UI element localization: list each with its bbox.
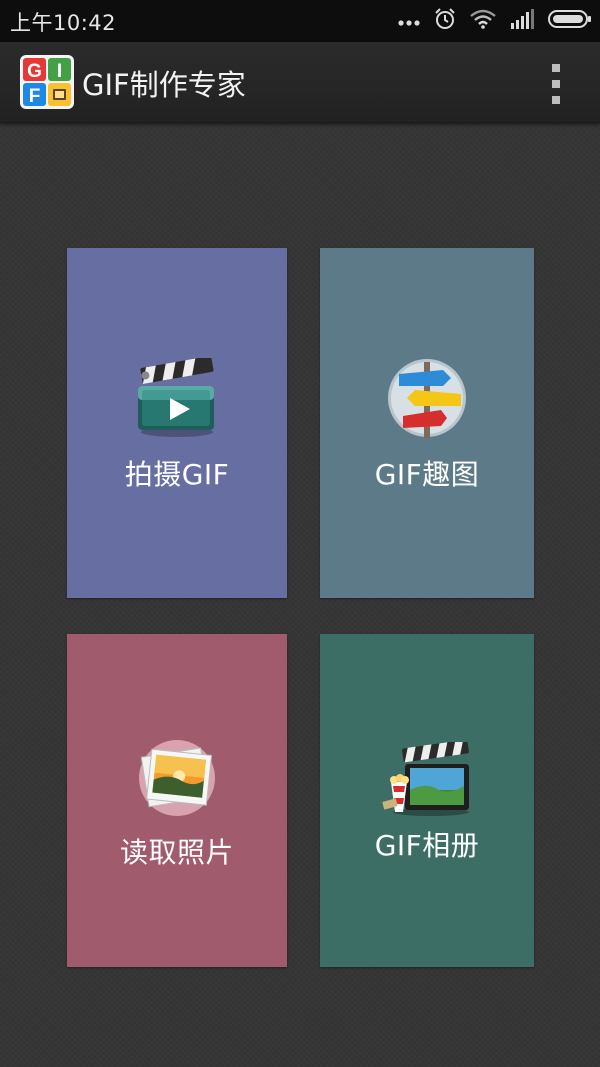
clapperboard-play-icon <box>134 356 220 442</box>
read-photo-label: 读取照片 <box>119 836 234 869</box>
film-album-icon <box>381 739 473 822</box>
gif-fun-tile[interactable]: GIF趣图 <box>320 248 534 598</box>
logo-letter-i: I <box>57 61 62 82</box>
photo-stack-icon <box>135 738 219 822</box>
gif-album-tile[interactable]: GIF相册 <box>320 634 534 967</box>
app-title: GIF制作专家 <box>82 68 246 102</box>
overflow-dot <box>552 80 560 88</box>
battery-icon <box>548 9 592 33</box>
signal-icon <box>510 9 534 33</box>
gif-album-label: GIF相册 <box>374 829 480 862</box>
more-dots-icon <box>398 12 420 31</box>
status-time: 上午10:42 <box>10 11 117 35</box>
signpost-icon <box>385 356 469 444</box>
shoot-gif-label: 拍摄GIF <box>124 458 230 491</box>
overflow-menu-icon[interactable] <box>548 64 564 104</box>
logo-letter-g: G <box>27 61 42 82</box>
shoot-gif-tile[interactable]: 拍摄GIF <box>67 248 287 598</box>
status-icons <box>384 0 592 42</box>
gif-fun-label: GIF趣图 <box>374 458 480 491</box>
app-logo-icon: G I F <box>20 55 74 109</box>
read-photo-tile[interactable]: 读取照片 <box>67 634 287 967</box>
action-bar: G I F GIF制作专家 <box>0 42 600 123</box>
logo-letter-f: F <box>29 86 41 107</box>
overflow-dot <box>552 96 560 104</box>
wifi-icon <box>470 9 496 33</box>
status-bar: 上午10:42 <box>0 0 600 42</box>
overflow-dot <box>552 64 560 72</box>
alarm-icon <box>434 8 456 34</box>
